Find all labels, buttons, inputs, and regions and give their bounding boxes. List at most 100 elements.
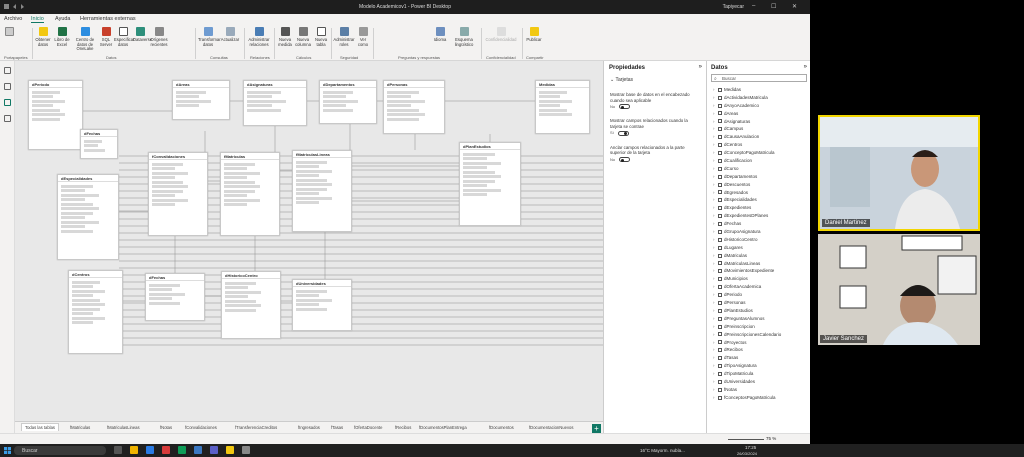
model-table-card[interactable]: dFechas — [145, 273, 205, 321]
field-list-table[interactable]: › dMatriculas — [711, 253, 807, 261]
model-table-card[interactable]: dPersonas — [383, 80, 445, 134]
excel-workbook-button[interactable]: Libro de Excel — [53, 27, 71, 47]
model-table-card[interactable]: dFechas — [80, 129, 118, 159]
layout-tab[interactable]: fDocumentacionNuevos — [529, 425, 573, 430]
layout-tab[interactable]: fMatriculas — [70, 425, 90, 430]
model-table-card[interactable]: dUniversidades — [292, 279, 352, 331]
onelake-hub-button[interactable]: Centro de datos de OneLake — [72, 27, 98, 52]
field-list-table[interactable]: › dMovimientosExpediente — [711, 268, 807, 276]
field-list-table[interactable]: › dPreguntasAlumnos — [711, 316, 807, 324]
field-list-table[interactable]: › dRecibos — [711, 347, 807, 355]
edge-icon[interactable] — [146, 446, 154, 454]
field-list-table[interactable]: › dPreinscripcionesCalendario — [711, 332, 807, 340]
field-list-table[interactable]: › dCentros — [711, 142, 807, 150]
model-table-card[interactable]: fMatriculas — [220, 152, 280, 236]
new-measure-button[interactable]: Nueva medida — [276, 27, 294, 47]
sql-server-button[interactable]: SQL Server — [99, 27, 113, 47]
field-list-table[interactable]: › dTasas — [711, 355, 807, 363]
model-table-card[interactable]: dEspecialidades — [57, 174, 119, 260]
file-explorer-icon[interactable] — [130, 446, 138, 454]
field-list-table[interactable]: › dAreas — [711, 111, 807, 119]
layout-tab[interactable]: fMatriculasLineas — [107, 425, 140, 430]
field-list-table[interactable]: › dExpedientesDPlanes — [711, 213, 807, 221]
clock-time[interactable]: 17:25 — [745, 445, 756, 450]
layout-tab[interactable]: fTransferenciaCreditos — [235, 425, 277, 430]
field-list-table[interactable]: › dPeriodo — [711, 292, 807, 300]
view-as-button[interactable]: Ver como — [356, 27, 370, 47]
model-table-card[interactable]: dPeriodo — [28, 80, 83, 150]
field-list-table[interactable]: › dExpedientes — [711, 205, 807, 213]
enter-data-button[interactable]: Especificar datos — [114, 27, 134, 47]
model-table-card[interactable]: dDepartamentos — [319, 80, 377, 124]
field-list-table[interactable]: › dCurso — [711, 166, 807, 174]
field-list-table[interactable]: › dEspecialidades — [711, 197, 807, 205]
field-list-table[interactable]: › dDepartamentos — [711, 174, 807, 182]
manage-relationships-button[interactable]: Administrar relaciones — [246, 27, 272, 47]
layout-tab[interactable]: fDocumentos — [489, 425, 514, 430]
zoom-slider[interactable] — [728, 439, 764, 440]
refresh-button[interactable]: Actualizar — [219, 27, 241, 43]
tab-archivo[interactable]: Archivo — [4, 16, 22, 22]
publish-button[interactable]: Publicar — [524, 27, 544, 43]
field-list-table[interactable]: › dConceptoPagoMatricula — [711, 150, 807, 158]
model-table-card[interactable]: dAreas — [172, 80, 230, 120]
layout-tab[interactable]: fIngresados — [298, 425, 320, 430]
model-table-card[interactable]: fConvalidaciones — [148, 152, 208, 236]
excel-icon[interactable] — [178, 446, 186, 454]
field-list-table[interactable]: › dPreinscripcion — [711, 324, 807, 332]
app-icon[interactable] — [242, 446, 250, 454]
teams-icon[interactable] — [210, 446, 218, 454]
field-list-table[interactable]: › dEgresados — [711, 190, 807, 198]
dataverse-button[interactable]: Dataverse — [133, 27, 152, 43]
model-table-card[interactable]: dAsignaturas — [243, 80, 307, 126]
field-list-table[interactable]: › dGrupoAsignatura — [711, 229, 807, 237]
field-list-table[interactable]: › dDescuentos — [711, 182, 807, 190]
recent-sources-button[interactable]: Orígenes recientes — [148, 27, 170, 47]
taskbar-search[interactable]: Buscar — [14, 446, 106, 455]
chrome-icon[interactable] — [162, 446, 170, 454]
field-list-table[interactable]: › fNotas — [711, 387, 807, 395]
search-input[interactable]: ⌕ Buscar — [711, 74, 807, 82]
model-table-card[interactable]: dCentros — [68, 270, 123, 354]
field-list-table[interactable]: › fConceptosPagoMatricula — [711, 395, 807, 403]
layout-tab[interactable]: fTasas — [331, 425, 343, 430]
model-table-card[interactable]: dHistoricoCentro — [221, 271, 281, 339]
field-list-table[interactable]: › dOfertaAcademica — [711, 284, 807, 292]
field-list-table[interactable]: › dCualificacion — [711, 158, 807, 166]
new-table-button[interactable]: Nueva tabla — [312, 27, 330, 47]
field-list-table[interactable]: › dAnyoAcademico — [711, 103, 807, 111]
manage-roles-button[interactable]: Administrar roles — [333, 27, 355, 47]
field-list-table[interactable]: › dTipoMatricula — [711, 371, 807, 379]
report-view-icon[interactable] — [4, 67, 11, 74]
field-list-table[interactable]: › dAsignaturas — [711, 119, 807, 127]
model-view-icon[interactable] — [4, 99, 11, 106]
clock-date[interactable]: 26/03/2024 — [737, 451, 757, 456]
toggle-database-header[interactable] — [619, 104, 631, 110]
linguistic-schema-button[interactable]: Esquema lingüístico — [450, 27, 478, 47]
collapse-icon[interactable]: » — [699, 64, 702, 70]
cards-section[interactable]: ⌄ Tarjetas — [604, 75, 706, 85]
sensitivity-button[interactable]: Confidencialidad — [484, 27, 518, 43]
field-list-table[interactable]: › Medidas — [711, 87, 807, 95]
table-view-icon[interactable] — [4, 83, 11, 90]
field-list-table[interactable]: › dUniversidades — [711, 379, 807, 387]
layout-tab[interactable]: fRecibos — [395, 425, 411, 430]
language-button[interactable]: Idioma — [432, 27, 448, 43]
new-column-button[interactable]: Nueva columna — [294, 27, 312, 47]
model-table-card[interactable]: dPlanEstudios — [459, 142, 521, 226]
layout-tab[interactable]: fDocumentosPlanEntrega — [419, 425, 467, 430]
windows-start-icon[interactable] — [4, 447, 11, 454]
dax-query-view-icon[interactable] — [4, 115, 11, 122]
tab-ayuda[interactable]: Ayuda — [55, 16, 71, 22]
paste-button[interactable] — [2, 27, 16, 38]
field-list-table[interactable]: › dPlanEstudios — [711, 308, 807, 316]
add-layout-button[interactable]: + — [592, 424, 601, 433]
tab-herramientas-externas[interactable]: Herramientas externas — [80, 16, 136, 22]
layout-tab[interactable]: Todas las tablas — [21, 423, 60, 431]
toggle-related-fields[interactable] — [617, 130, 629, 136]
tab-inicio[interactable]: Inicio — [31, 16, 44, 23]
power-bi-icon[interactable] — [226, 446, 234, 454]
task-view-icon[interactable] — [114, 446, 122, 454]
model-canvas[interactable]: dPeriodo dAreas dAsignaturas dDepartamen… — [15, 61, 603, 421]
model-table-card[interactable]: fMatriculasLineas — [292, 150, 352, 232]
